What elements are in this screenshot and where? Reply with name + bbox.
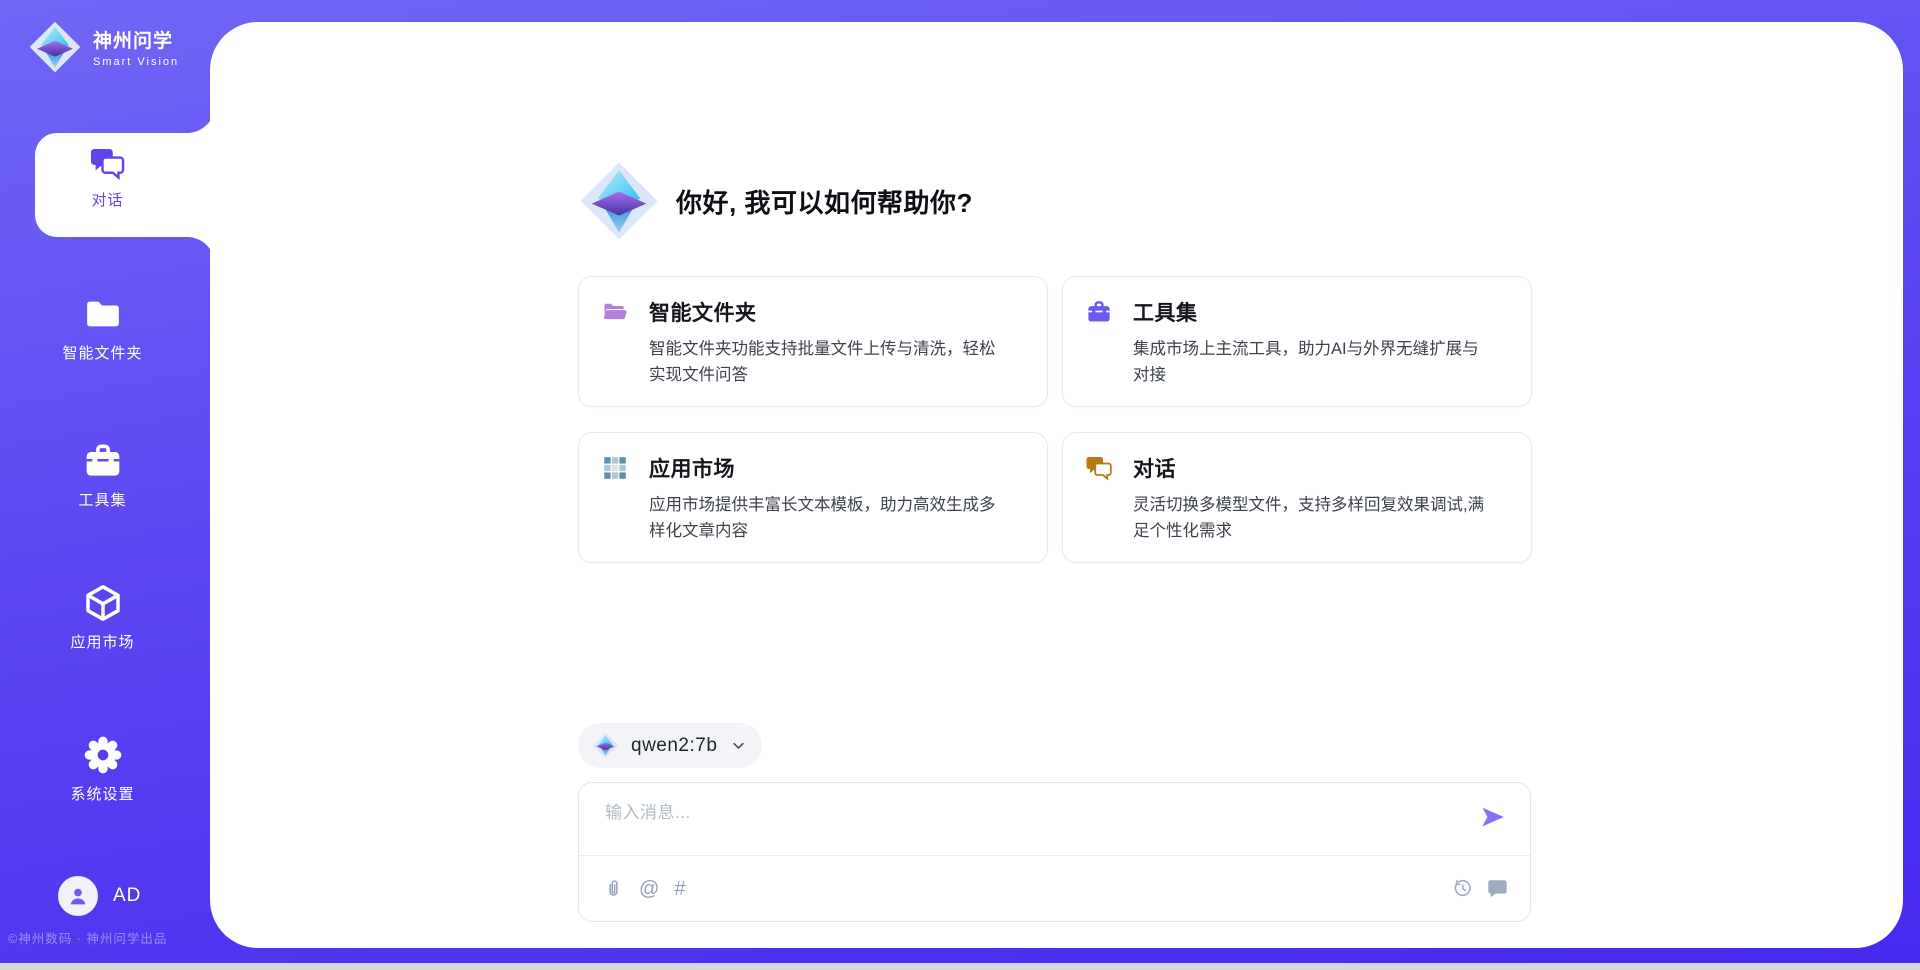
model-name: qwen2:7b [631, 735, 717, 757]
hash-icon: # [674, 879, 685, 899]
user-name: AD [113, 885, 141, 907]
gear-icon [83, 735, 123, 775]
send-button[interactable] [1478, 803, 1508, 833]
brand-name: 神州问学 [93, 26, 179, 53]
card-head: 工具集 [1085, 297, 1491, 327]
model-logo-icon [592, 732, 619, 759]
sidebar-item-label: 系统设置 [70, 783, 134, 804]
card-description: 集成市场上主流工具，助力AI与外界无缝扩展与对接 [1133, 337, 1491, 388]
at-icon: @ [639, 879, 659, 899]
folder-icon [83, 294, 123, 334]
greeting-block: 你好, 我可以如何帮助你? [578, 160, 1535, 242]
sidebar-item-label: 应用市场 [70, 631, 134, 652]
card-title: 对话 [1133, 453, 1176, 483]
folder-open-icon [601, 299, 629, 325]
user-profile[interactable]: AD [58, 876, 141, 916]
sidebar-item-toolset[interactable]: 工具集 [0, 441, 205, 510]
sidebar-item-app-market[interactable]: 应用市场 [0, 583, 205, 652]
content-column: 你好, 我可以如何帮助你? 智能文件夹 智能文件夹功能支持批量文件上传与清洗，轻… [578, 22, 1535, 922]
conversation-button[interactable] [1487, 878, 1508, 899]
input-toolbar: @ # [579, 855, 1530, 921]
cube-icon [83, 583, 123, 623]
attach-button[interactable] [603, 878, 624, 899]
briefcase-icon [1085, 299, 1113, 325]
sidebar: 神州问学 Smart Vision 对话 智能文件夹 工具集 应用市场 系统设置… [0, 0, 210, 970]
feature-cards: 智能文件夹 智能文件夹功能支持批量文件上传与清洗，轻松实现文件问答 工具集 集成… [578, 276, 1535, 563]
copyright-text: ©神州数码 · 神州问学出品 [8, 928, 167, 947]
user-icon [66, 884, 90, 908]
sidebar-item-chat[interactable]: 对话 [35, 146, 180, 210]
message-input[interactable] [579, 783, 1530, 855]
card-head: 智能文件夹 [601, 297, 1007, 327]
card-title: 智能文件夹 [649, 297, 757, 327]
greeting-title: 你好, 我可以如何帮助你? [676, 183, 973, 220]
card-title: 应用市场 [649, 453, 735, 483]
sidebar-item-smart-folder[interactable]: 智能文件夹 [0, 294, 205, 363]
brand-subtitle: Smart Vision [93, 56, 179, 68]
chat-bubble-filled-icon [1487, 878, 1508, 899]
chat-bubbles-icon [1085, 455, 1113, 481]
feature-card-app-market[interactable]: 应用市场 应用市场提供丰富长文本模板，助力高效生成多样化文章内容 [578, 432, 1048, 563]
card-head: 对话 [1085, 453, 1491, 483]
horizontal-scrollbar[interactable] [0, 963, 1920, 970]
model-selector[interactable]: qwen2:7b [578, 723, 762, 768]
card-head: 应用市场 [601, 453, 1007, 483]
toolbar-right [1452, 878, 1508, 899]
toolbar-left: @ # [603, 878, 685, 899]
chevron-down-icon [731, 738, 746, 753]
brand: 神州问学 Smart Vision [28, 20, 179, 74]
chat-input-box: @ # [578, 782, 1531, 922]
card-description: 智能文件夹功能支持批量文件上传与清洗，轻松实现文件问答 [649, 337, 1007, 388]
history-icon [1452, 878, 1473, 899]
brand-logo-icon [28, 20, 82, 74]
topic-button[interactable]: # [674, 879, 685, 899]
grid-blocks-icon [601, 455, 629, 481]
sidebar-item-settings[interactable]: 系统设置 [0, 735, 205, 804]
history-button[interactable] [1452, 878, 1473, 899]
card-description: 应用市场提供丰富长文本模板，助力高效生成多样化文章内容 [649, 493, 1007, 544]
sidebar-item-label: 工具集 [78, 489, 126, 510]
chat-icon [89, 146, 126, 181]
feature-card-chat[interactable]: 对话 灵活切换多模型文件，支持多样回复效果调试,满足个性化需求 [1062, 432, 1532, 563]
send-icon [1480, 804, 1506, 830]
card-description: 灵活切换多模型文件，支持多样回复效果调试,满足个性化需求 [1133, 493, 1491, 544]
toolbox-icon [83, 441, 123, 481]
paperclip-icon [603, 878, 624, 899]
feature-card-toolset[interactable]: 工具集 集成市场上主流工具，助力AI与外界无缝扩展与对接 [1062, 276, 1532, 407]
app-logo-icon [578, 160, 660, 242]
mention-button[interactable]: @ [639, 879, 659, 899]
sidebar-item-label: 对话 [91, 189, 123, 210]
card-title: 工具集 [1133, 297, 1198, 327]
feature-card-smart-folder[interactable]: 智能文件夹 智能文件夹功能支持批量文件上传与清洗，轻松实现文件问答 [578, 276, 1048, 407]
avatar [58, 876, 98, 916]
main-panel: 你好, 我可以如何帮助你? 智能文件夹 智能文件夹功能支持批量文件上传与清洗，轻… [210, 22, 1903, 948]
sidebar-item-label: 智能文件夹 [62, 342, 142, 363]
brand-text: 神州问学 Smart Vision [93, 26, 179, 68]
